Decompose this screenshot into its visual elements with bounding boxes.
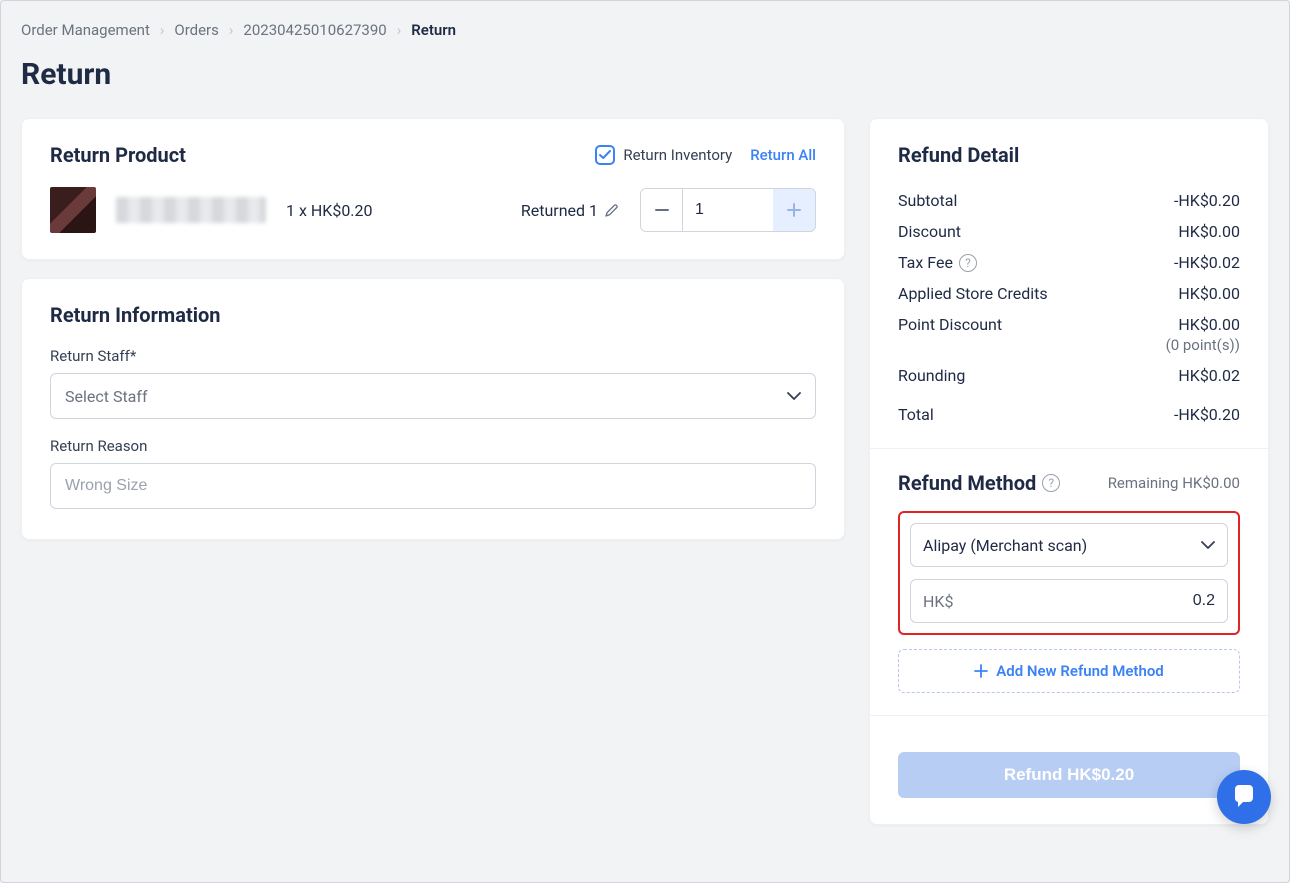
refund-method-title: Refund Method xyxy=(898,471,1036,495)
return-inventory-checkbox[interactable]: Return Inventory xyxy=(595,145,732,165)
check-icon xyxy=(595,145,615,165)
pencil-icon[interactable] xyxy=(604,202,620,218)
add-refund-method-button[interactable]: Add New Refund Method xyxy=(898,649,1240,693)
refund-amount-input[interactable] xyxy=(1115,592,1215,610)
breadcrumb-item-return: Return xyxy=(411,21,456,39)
help-icon[interactable]: ? xyxy=(1042,474,1060,492)
detail-row-discount: Discount HK$0.00 xyxy=(898,216,1240,247)
page-title: Return xyxy=(21,57,1269,92)
detail-row-tax-fee: Tax Fee? -HK$0.02 xyxy=(898,247,1240,278)
stepper-plus-button[interactable] xyxy=(773,189,815,231)
breadcrumb-item-order-id[interactable]: 20230425010627390 xyxy=(243,21,386,39)
chat-icon xyxy=(1231,784,1257,810)
breadcrumb-item-order-management[interactable]: Order Management xyxy=(21,21,150,39)
help-icon[interactable]: ? xyxy=(959,254,977,272)
plus-icon xyxy=(974,664,988,678)
chevron-right-icon: › xyxy=(397,21,402,39)
stepper-minus-button[interactable] xyxy=(641,189,683,231)
breadcrumb-item-orders[interactable]: Orders xyxy=(174,21,219,39)
return-product-title: Return Product xyxy=(50,143,186,167)
refund-method-selected: Alipay (Merchant scan) xyxy=(923,536,1087,555)
chevron-right-icon: › xyxy=(229,21,234,39)
detail-row-total: Total -HK$0.20 xyxy=(898,399,1240,430)
return-inventory-label: Return Inventory xyxy=(623,146,732,164)
stepper-input[interactable] xyxy=(683,189,773,231)
return-reason-label: Return Reason xyxy=(50,437,816,455)
return-staff-placeholder: Select Staff xyxy=(65,387,148,406)
detail-row-applied-credits: Applied Store Credits HK$0.00 xyxy=(898,278,1240,309)
return-all-link[interactable]: Return All xyxy=(750,146,816,164)
return-staff-select[interactable]: Select Staff xyxy=(50,373,816,419)
refund-detail-card: Refund Detail Subtotal -HK$0.20 Discount… xyxy=(869,118,1269,825)
product-qty-price: 1 x HK$0.20 xyxy=(286,201,373,220)
return-info-card: Return Information Return Staff* Select … xyxy=(21,278,845,540)
breadcrumb: Order Management › Orders › 202304250106… xyxy=(21,21,1269,39)
product-row: 1 x HK$0.20 Returned 1 xyxy=(50,187,816,233)
detail-row-subtotal: Subtotal -HK$0.20 xyxy=(898,185,1240,216)
chevron-down-icon xyxy=(787,392,801,400)
product-name xyxy=(116,197,266,223)
return-info-title: Return Information xyxy=(50,303,816,327)
refund-method-select[interactable]: Alipay (Merchant scan) xyxy=(910,523,1228,567)
refund-amount-input-wrap[interactable]: HK$ xyxy=(910,579,1228,623)
return-reason-input-wrap[interactable] xyxy=(50,463,816,509)
return-reason-input[interactable] xyxy=(65,477,801,495)
detail-row-rounding: Rounding HK$0.02 xyxy=(898,360,1240,391)
refund-detail-title: Refund Detail xyxy=(898,143,1240,167)
detail-row-point-discount-sub: (0 point(s)) xyxy=(898,336,1240,354)
chevron-down-icon xyxy=(1201,541,1215,549)
refund-method-highlight: Alipay (Merchant scan) HK$ xyxy=(898,511,1240,635)
refund-remaining: Remaining HK$0.00 xyxy=(1108,474,1240,492)
returned-count: Returned 1 xyxy=(521,201,620,220)
product-thumbnail xyxy=(50,187,96,233)
chevron-right-icon: › xyxy=(160,21,165,39)
chat-fab[interactable] xyxy=(1217,770,1271,824)
quantity-stepper[interactable] xyxy=(640,188,816,232)
return-staff-label: Return Staff* xyxy=(50,347,816,365)
return-product-card: Return Product Return Inventory Return A… xyxy=(21,118,845,260)
currency-prefix: HK$ xyxy=(923,592,953,611)
refund-button[interactable]: Refund HK$0.20 xyxy=(898,752,1240,798)
